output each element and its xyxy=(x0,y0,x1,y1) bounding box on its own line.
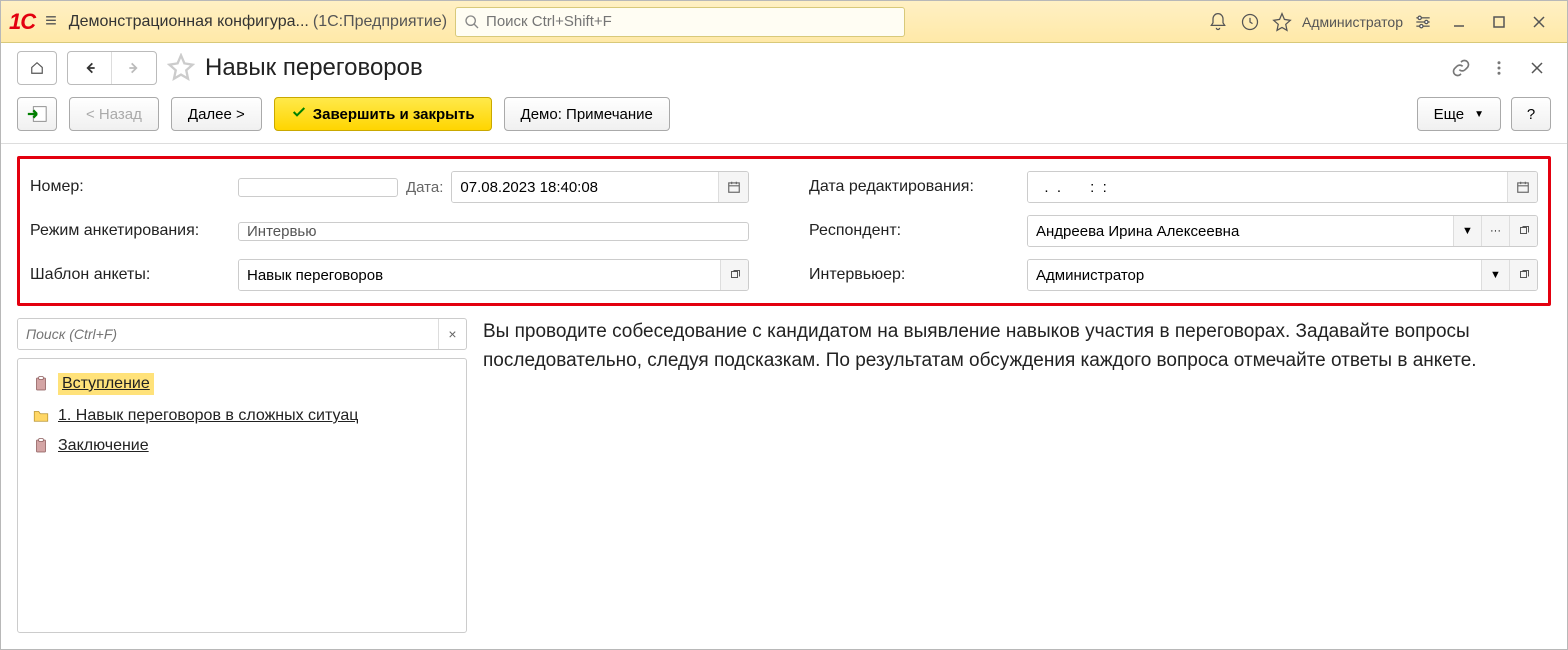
tree-panel: × Вступление 1. Навык переговоров в слож… xyxy=(17,318,467,633)
maximize-button[interactable] xyxy=(1479,8,1519,36)
search-icon xyxy=(464,14,480,30)
tree-list: Вступление 1. Навык переговоров в сложны… xyxy=(17,358,467,633)
export-icon xyxy=(26,103,48,125)
respondent-select-button[interactable]: ··· xyxy=(1481,216,1509,246)
history-icon[interactable] xyxy=(1234,6,1266,38)
next-step-button[interactable]: Далее > xyxy=(171,97,262,131)
lower-split: × Вступление 1. Навык переговоров в слож… xyxy=(1,318,1567,649)
template-field[interactable] xyxy=(239,260,720,290)
minimize-button[interactable] xyxy=(1439,8,1479,36)
app-logo: 1C xyxy=(9,9,35,35)
number-label: Номер: xyxy=(30,178,230,196)
back-step-button[interactable]: < Назад xyxy=(69,97,159,131)
global-search[interactable] xyxy=(455,7,905,37)
more-menu-button[interactable] xyxy=(1485,54,1513,82)
tree-item-label: Заключение xyxy=(58,437,149,455)
template-label: Шаблон анкеты: xyxy=(30,266,230,284)
tree-search[interactable]: × xyxy=(17,318,467,350)
settings-icon[interactable] xyxy=(1407,6,1439,38)
calendar-icon xyxy=(1516,180,1530,194)
arrow-left-icon xyxy=(83,61,97,75)
interviewer-dropdown-button[interactable]: ▼ xyxy=(1481,260,1509,290)
user-name[interactable]: Администратор xyxy=(1302,14,1403,30)
open-icon xyxy=(1518,269,1530,281)
help-button[interactable]: ? xyxy=(1511,97,1551,131)
export-button[interactable] xyxy=(17,97,57,131)
respondent-field[interactable] xyxy=(1028,216,1453,246)
content-text: Вы проводите собеседование с кандидатом … xyxy=(479,318,1551,633)
star-icon xyxy=(167,53,195,81)
page-header: Навык переговоров xyxy=(1,43,1567,93)
home-icon xyxy=(30,61,44,75)
arrow-right-icon xyxy=(127,61,141,75)
more-label: Еще xyxy=(1434,106,1465,123)
app-title: Демонстрационная конфигура... xyxy=(69,13,309,31)
nav-back-button[interactable] xyxy=(68,52,112,84)
clipboard-icon xyxy=(32,437,50,455)
edit-date-field[interactable] xyxy=(1028,172,1507,202)
date-label: Дата: xyxy=(398,179,451,196)
app-subtitle: (1С:Предприятие) xyxy=(313,13,447,31)
chevron-down-icon: ▼ xyxy=(1474,109,1484,120)
interviewer-field[interactable] xyxy=(1028,260,1481,290)
home-button[interactable] xyxy=(17,51,57,85)
mode-field[interactable] xyxy=(238,222,749,241)
template-open-button[interactable] xyxy=(720,260,748,290)
calendar-icon xyxy=(727,180,741,194)
interviewer-label: Интервьюер: xyxy=(809,266,1019,284)
more-button[interactable]: Еще ▼ xyxy=(1417,97,1501,131)
link-button[interactable] xyxy=(1447,54,1475,82)
notifications-icon[interactable] xyxy=(1202,6,1234,38)
toolbar: < Назад Далее > Завершить и закрыть Демо… xyxy=(1,93,1567,144)
tree-search-input[interactable] xyxy=(18,319,438,349)
tree-item-conclusion[interactable]: Заключение xyxy=(22,431,462,461)
nav-forward-button[interactable] xyxy=(112,52,156,84)
date-picker-button[interactable] xyxy=(718,172,748,202)
respondent-label: Респондент: xyxy=(809,222,1019,240)
close-page-button[interactable] xyxy=(1523,54,1551,82)
page-title: Навык переговоров xyxy=(205,54,423,82)
tree-item-intro[interactable]: Вступление xyxy=(22,367,462,401)
finish-label: Завершить и закрыть xyxy=(313,106,475,123)
open-icon xyxy=(729,269,741,281)
form-area: Номер: Дата: Дата редактирования: xyxy=(17,156,1551,306)
global-search-input[interactable] xyxy=(486,13,896,30)
date-field[interactable] xyxy=(452,172,718,202)
tree-search-clear[interactable]: × xyxy=(438,319,466,349)
open-icon xyxy=(1518,225,1530,237)
mode-label: Режим анкетирования: xyxy=(30,222,230,240)
interviewer-open-button[interactable] xyxy=(1509,260,1537,290)
clipboard-icon xyxy=(32,375,50,393)
tree-item-label: 1. Навык переговоров в сложных ситуац xyxy=(58,407,358,425)
edit-date-picker-button[interactable] xyxy=(1507,172,1537,202)
favorite-toggle[interactable] xyxy=(167,53,195,84)
edit-date-label: Дата редактирования: xyxy=(809,178,1019,196)
close-window-button[interactable] xyxy=(1519,8,1559,36)
app-window: 1C ≡ Демонстрационная конфигура... (1С:П… xyxy=(0,0,1568,650)
finish-button[interactable]: Завершить и закрыть xyxy=(274,97,492,131)
demo-note-button[interactable]: Демо: Примечание xyxy=(504,97,670,131)
respondent-open-button[interactable] xyxy=(1509,216,1537,246)
check-icon xyxy=(291,104,307,124)
respondent-dropdown-button[interactable]: ▼ xyxy=(1453,216,1481,246)
nav-buttons xyxy=(67,51,157,85)
folder-icon xyxy=(32,407,50,425)
menu-icon[interactable]: ≡ xyxy=(45,10,57,33)
tree-item-skill[interactable]: 1. Навык переговоров в сложных ситуац xyxy=(22,401,462,431)
number-field[interactable] xyxy=(238,178,398,197)
favorites-icon[interactable] xyxy=(1266,6,1298,38)
titlebar: 1C ≡ Демонстрационная конфигура... (1С:П… xyxy=(1,1,1567,43)
tree-item-label: Вступление xyxy=(58,373,154,395)
